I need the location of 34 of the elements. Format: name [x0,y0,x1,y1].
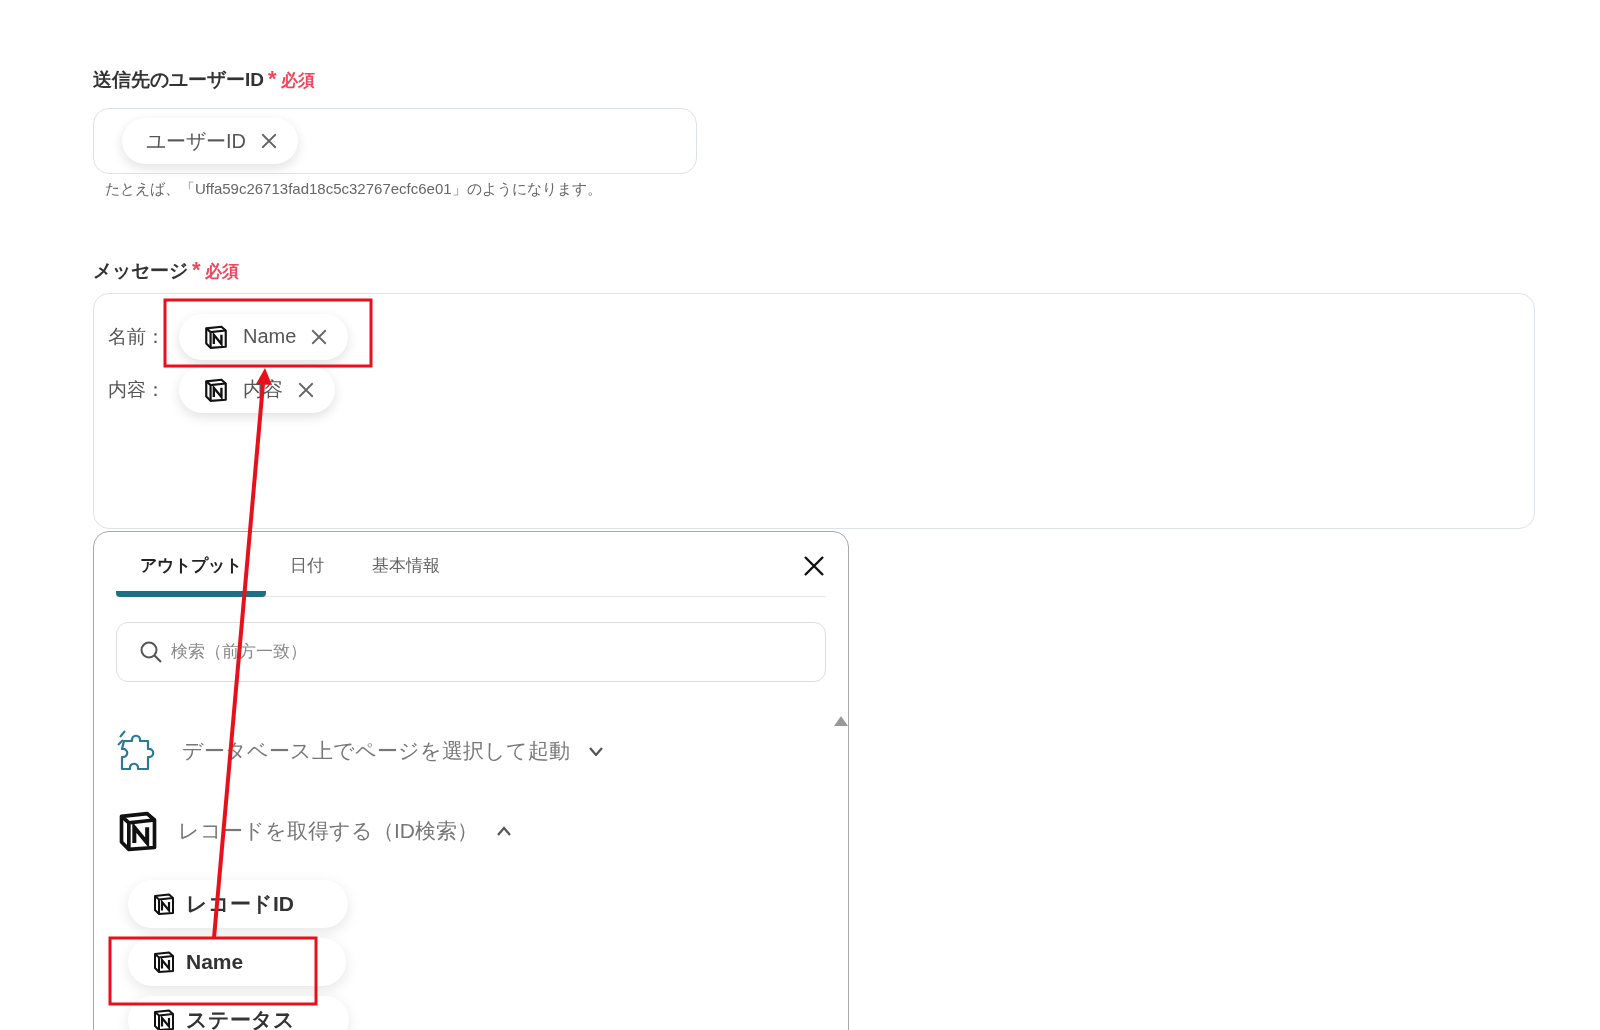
hint-text: たとえば、「Uffa59c26713fad18c5c32767ecfc6e01」のようになります。 [105,180,603,199]
token-label: Name [243,325,297,348]
required-mark: * [268,66,277,92]
notion-icon [203,376,229,403]
user-id-field[interactable]: ユーザーID [93,108,697,174]
required-label: 必須 [280,70,315,92]
item-label: ステータス [186,1007,295,1030]
output-item[interactable]: Name [128,938,346,986]
field-label: メッセージ [93,259,188,283]
remove-icon[interactable] [297,380,315,399]
tab[interactable]: 基本情報 [348,554,464,597]
search-icon [139,640,163,664]
variable-token[interactable]: Name [179,313,349,360]
line-prefix: 内容： [108,377,165,402]
notion-icon [203,323,229,350]
remove-icon[interactable] [260,132,278,150]
chevron-icon [496,826,512,836]
line-prefix: 名前： [108,324,165,349]
variable-token[interactable]: ユーザーID [122,118,298,164]
output-item[interactable]: ステータス [128,996,349,1030]
tab[interactable]: 日付 [266,554,348,597]
notion-icon [152,892,176,916]
scroll-up-icon[interactable] [834,716,848,726]
notion-icon [152,1008,176,1030]
notion-icon [152,950,176,974]
remove-icon[interactable] [310,327,329,346]
close-icon[interactable] [802,554,826,578]
required-mark: * [192,257,201,283]
item-label: Name [186,950,244,974]
field-label: 送信先のユーザーID [93,68,264,92]
required-label: 必須 [204,261,239,283]
chevron-icon [588,746,604,756]
token-label: ユーザーID [146,128,246,154]
tab[interactable]: アウトプット [116,554,266,597]
